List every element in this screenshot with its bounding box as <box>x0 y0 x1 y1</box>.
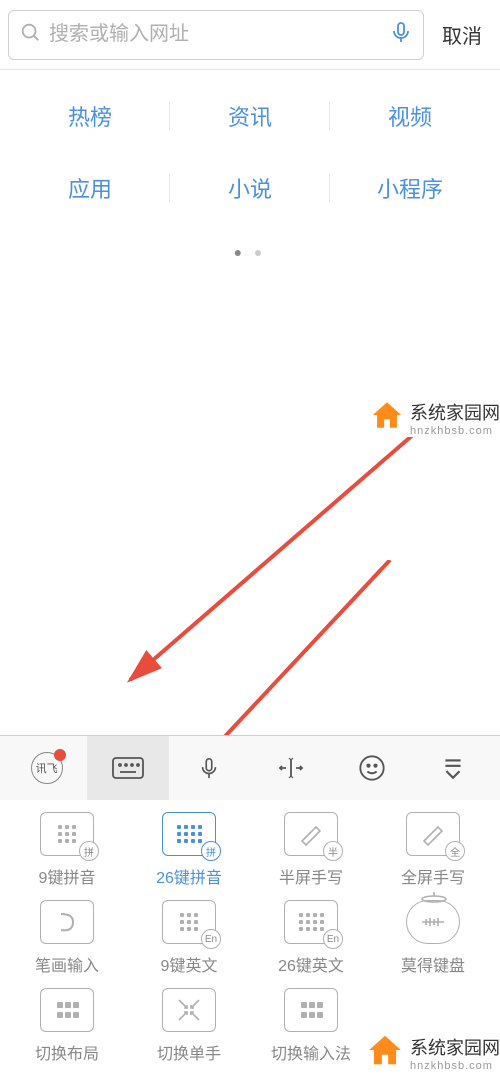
search-icon <box>19 21 41 48</box>
voice-input-button[interactable] <box>169 736 250 800</box>
category-tabs: 热榜 资讯 视频 应用 小说 小程序 ● ● <box>0 70 500 260</box>
layout-9pinyin[interactable]: 拼 9键拼音 <box>10 812 124 888</box>
microphone-icon <box>198 754 220 782</box>
watermark: 系统家园网 hnzkhbsb.com <box>366 1031 500 1074</box>
tab-news[interactable]: 资讯 <box>170 100 330 132</box>
keyboard-layout-button[interactable] <box>87 736 168 800</box>
layout-switch-ime[interactable]: 切换输入法 <box>254 988 368 1064</box>
emoji-button[interactable] <box>331 736 412 800</box>
cursor-icon <box>276 756 306 780</box>
smile-icon <box>358 754 386 782</box>
house-icon <box>370 398 404 437</box>
annotation-arrow-1 <box>120 420 440 700</box>
cancel-button[interactable]: 取消 <box>432 20 492 49</box>
keyboard-toolbar: 讯飞 <box>0 736 500 800</box>
layout-26pinyin[interactable]: 拼 26键拼音 <box>132 812 246 888</box>
layout-switch-onehand[interactable]: 切换单手 <box>132 988 246 1064</box>
collapse-button[interactable] <box>413 736 494 800</box>
layout-half-handwriting[interactable]: 半 半屏手写 <box>254 812 368 888</box>
tab-video[interactable]: 视频 <box>330 100 490 132</box>
tab-apps[interactable]: 应用 <box>10 172 170 204</box>
tab-hot[interactable]: 热榜 <box>10 100 170 132</box>
search-bar: 取消 <box>0 0 500 70</box>
ime-brand-button[interactable]: 讯飞 <box>6 736 87 800</box>
page-indicator: ● ● <box>10 244 490 260</box>
layout-stroke[interactable]: 笔画输入 <box>10 900 124 976</box>
mic-icon[interactable] <box>389 20 413 49</box>
notification-dot <box>54 749 66 761</box>
house-icon <box>366 1031 404 1074</box>
search-box[interactable] <box>8 10 424 60</box>
search-input[interactable] <box>49 23 389 46</box>
layout-full-handwriting[interactable]: 全 全屏手写 <box>376 812 490 888</box>
layout-26english[interactable]: En 26键英文 <box>254 900 368 976</box>
keyboard-icon <box>111 756 145 780</box>
layout-switch-layout[interactable]: 切换布局 <box>10 988 124 1064</box>
watermark: 系统家园网 hnzkhbsb.com <box>370 398 500 437</box>
cursor-move-button[interactable] <box>250 736 331 800</box>
tab-novel[interactable]: 小说 <box>170 172 330 204</box>
chevron-down-icon <box>440 755 466 781</box>
layout-mode-keyboard[interactable]: 莫得键盘 <box>376 900 490 976</box>
tab-miniapp[interactable]: 小程序 <box>330 172 490 204</box>
layout-9english[interactable]: En 9键英文 <box>132 900 246 976</box>
